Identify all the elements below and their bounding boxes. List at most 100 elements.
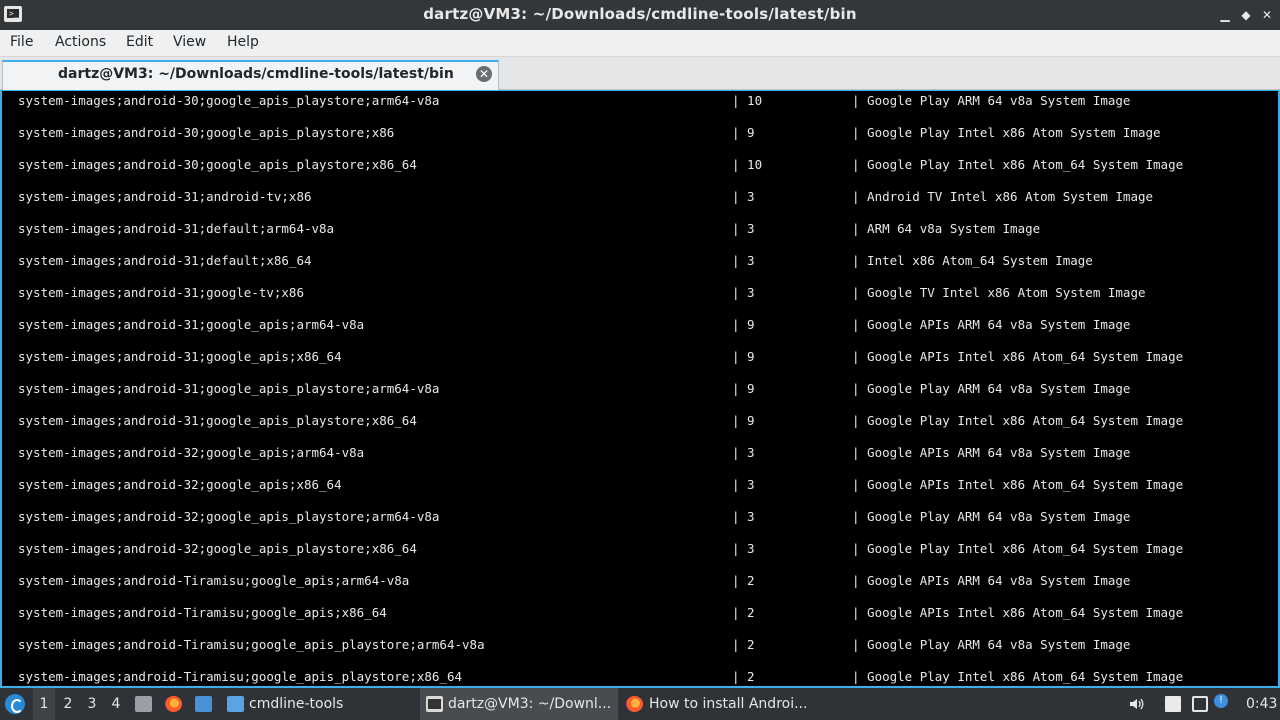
clipboard-icon[interactable]	[1165, 696, 1181, 712]
package-description: | Google Play Intel x86 Atom_64 System I…	[852, 157, 1184, 172]
package-path: system-images;android-30;google_apis_pla…	[18, 157, 417, 172]
terminal-line: system-images;android-Tiramisu;google_ap…	[18, 571, 1268, 591]
workspace-4[interactable]: 4	[105, 688, 127, 720]
menu-bar: File Actions Edit View Help	[0, 30, 1280, 57]
terminal-line: system-images;android-31;google-tv;x86 | …	[18, 283, 1268, 303]
prompt-glyph: >_	[9, 9, 19, 18]
maximize-button[interactable]: ◆	[1237, 6, 1255, 24]
package-version: | 3	[732, 221, 755, 236]
package-description: | Google Play ARM 64 v8a System Image	[852, 637, 1131, 652]
package-path: system-images;android-31;android-tv;x86	[18, 189, 312, 204]
terminal-line: system-images;android-Tiramisu;google_ap…	[18, 667, 1268, 686]
package-version: | 3	[732, 189, 755, 204]
clock[interactable]: 0:43	[1246, 688, 1277, 720]
close-button[interactable]: ✕	[1258, 6, 1276, 24]
file-manager-launcher-icon[interactable]	[135, 696, 152, 712]
firefox-icon	[626, 696, 643, 712]
package-version: | 3	[732, 285, 755, 300]
package-path: system-images;android-31;google_apis_pla…	[18, 413, 417, 428]
menu-help[interactable]: Help	[227, 34, 259, 50]
terminal-line: system-images;android-30;google_apis_pla…	[18, 91, 1268, 111]
package-path: system-images;android-30;google_apis_pla…	[18, 93, 440, 108]
package-path: system-images;android-32;google_apis;x86…	[18, 477, 342, 492]
package-description: | Google APIs ARM 64 v8a System Image	[852, 445, 1131, 460]
package-version: | 10	[732, 157, 763, 172]
package-description: | Google Play Intel x86 Atom_64 System I…	[852, 413, 1184, 428]
package-description: | Google Play Intel x86 Atom_64 System I…	[852, 541, 1184, 556]
package-version: | 3	[732, 445, 755, 460]
menu-edit[interactable]: Edit	[126, 34, 153, 50]
minimize-button[interactable]: ▁	[1216, 6, 1234, 24]
terminal-output[interactable]: system-images;android-30;google_apis_pla…	[0, 90, 1280, 688]
firefox-launcher-icon[interactable]	[165, 696, 182, 712]
terminal-line: system-images;android-31;google_apis;x86…	[18, 347, 1268, 367]
workspace-3[interactable]: 3	[81, 688, 103, 720]
task-terminal[interactable]: dartz@VM3: ~/Downl...	[420, 688, 618, 720]
tab-label: dartz@VM3: ~/Downloads/cmdline-tools/lat…	[58, 66, 454, 82]
volume-icon[interactable]	[1128, 696, 1144, 712]
package-version: | 9	[732, 317, 755, 332]
package-path: system-images;android-31;google_apis;arm…	[18, 317, 365, 332]
terminal-line: system-images;android-31;google_apis_pla…	[18, 379, 1268, 399]
window-title: dartz@VM3: ~/Downloads/cmdline-tools/lat…	[423, 5, 857, 23]
terminal-line: system-images;android-Tiramisu;google_ap…	[18, 603, 1268, 623]
package-path: system-images;android-32;google_apis_pla…	[18, 509, 440, 524]
terminal-line: system-images;android-30;google_apis_pla…	[18, 155, 1268, 175]
taskbar: 1 2 3 4 cmdline-tools dartz@VM3: ~/Downl…	[0, 688, 1280, 720]
task-cmdline-tools[interactable]: cmdline-tools	[222, 688, 417, 720]
window-titlebar[interactable]: >_ dartz@VM3: ~/Downloads/cmdline-tools/…	[0, 0, 1280, 30]
terminal-icon	[426, 696, 443, 712]
package-version: | 9	[732, 349, 755, 364]
package-path: system-images;android-Tiramisu;google_ap…	[18, 669, 463, 684]
package-path: system-images;android-31;google-tv;x86	[18, 285, 304, 300]
package-path: system-images;android-32;google_apis;arm…	[18, 445, 365, 460]
notification-icon[interactable]: !	[1214, 694, 1228, 708]
package-version: | 9	[732, 381, 755, 396]
package-path: system-images;android-Tiramisu;google_ap…	[18, 605, 387, 620]
terminal-line: system-images;android-32;google_apis_pla…	[18, 507, 1268, 527]
package-description: | Google APIs Intel x86 Atom_64 System I…	[852, 349, 1184, 364]
package-version: | 2	[732, 669, 755, 684]
package-version: | 9	[732, 125, 755, 140]
package-path: system-images;android-31;google_apis;x86…	[18, 349, 342, 364]
package-version: | 10	[732, 93, 763, 108]
package-description: | Android TV Intel x86 Atom System Image	[852, 189, 1154, 204]
package-description: | Google Play ARM 64 v8a System Image	[852, 381, 1131, 396]
package-path: system-images;android-32;google_apis_pla…	[18, 541, 417, 556]
terminal-line: system-images;android-31;google_apis_pla…	[18, 411, 1268, 431]
folder-icon	[227, 696, 244, 712]
workspace-2[interactable]: 2	[57, 688, 79, 720]
package-version: | 9	[732, 413, 755, 428]
package-description: | ARM 64 v8a System Image	[852, 221, 1041, 236]
task-firefox[interactable]: How to install Androi...	[622, 688, 822, 720]
package-description: | Intel x86 Atom_64 System Image	[852, 253, 1093, 268]
terminal-tab[interactable]: dartz@VM3: ~/Downloads/cmdline-tools/lat…	[2, 60, 499, 90]
package-description: | Google Play Intel x86 Atom_64 System I…	[852, 669, 1184, 684]
menu-actions[interactable]: Actions	[55, 34, 106, 50]
tab-close-icon[interactable]: ✕	[476, 66, 492, 82]
task-label: cmdline-tools	[249, 696, 344, 712]
menu-view[interactable]: View	[173, 34, 206, 50]
package-version: | 3	[732, 253, 755, 268]
package-path: system-images;android-31;default;arm64-v…	[18, 221, 335, 236]
package-path: system-images;android-Tiramisu;google_ap…	[18, 637, 485, 652]
start-menu-icon[interactable]	[5, 694, 25, 714]
desktop-launcher-icon[interactable]	[195, 696, 212, 712]
package-version: | 3	[732, 477, 755, 492]
package-description: | Google APIs Intel x86 Atom_64 System I…	[852, 605, 1184, 620]
package-version: | 3	[732, 541, 755, 556]
package-description: | Google TV Intel x86 Atom System Image	[852, 285, 1146, 300]
tab-bar: dartz@VM3: ~/Downloads/cmdline-tools/lat…	[0, 57, 1280, 90]
package-description: | Google APIs ARM 64 v8a System Image	[852, 573, 1131, 588]
package-description: | Google APIs Intel x86 Atom_64 System I…	[852, 477, 1184, 492]
terminal-line: system-images;android-32;google_apis_pla…	[18, 539, 1268, 559]
package-description: | Google Play ARM 64 v8a System Image	[852, 93, 1131, 108]
workspace-1[interactable]: 1	[33, 688, 55, 720]
package-description: | Google Play Intel x86 Atom System Imag…	[852, 125, 1161, 140]
package-description: | Google Play ARM 64 v8a System Image	[852, 509, 1131, 524]
package-version: | 2	[732, 637, 755, 652]
display-icon[interactable]	[1192, 696, 1208, 712]
package-path: system-images;android-30;google_apis_pla…	[18, 125, 395, 140]
terminal-line: system-images;android-31;default;arm64-v…	[18, 219, 1268, 239]
menu-file[interactable]: File	[10, 34, 33, 50]
